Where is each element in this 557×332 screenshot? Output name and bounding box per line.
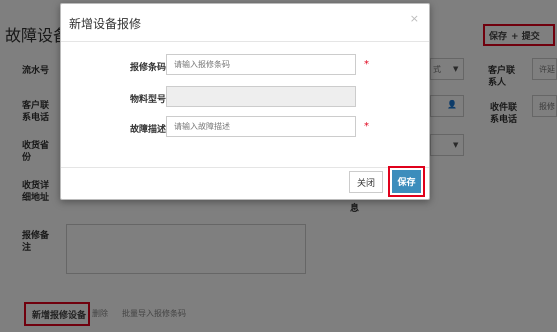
required-mark: * — [364, 121, 369, 132]
modal-footer-divider — [61, 167, 429, 168]
save-button-highlight: 保存 — [388, 166, 425, 197]
close-button[interactable]: 关闭 — [349, 171, 383, 193]
close-icon[interactable]: × — [410, 12, 419, 25]
modal-header-divider — [61, 41, 429, 42]
required-mark: * — [364, 59, 369, 70]
fault-description-input[interactable] — [166, 116, 356, 137]
label-repair-barcode: 报修条码 — [129, 63, 166, 73]
add-repair-modal: 新增设备报修 × 报修条码 * 物料型号 故障描述 * 关闭 保存 — [60, 3, 430, 200]
modal-title: 新增设备报修 — [69, 17, 142, 31]
save-button[interactable]: 保存 — [392, 170, 421, 193]
label-fault-description: 故障描述 — [129, 125, 166, 135]
material-model-input — [166, 86, 356, 107]
label-material-model: 物料型号 — [129, 95, 166, 105]
repair-barcode-input[interactable] — [166, 54, 356, 75]
